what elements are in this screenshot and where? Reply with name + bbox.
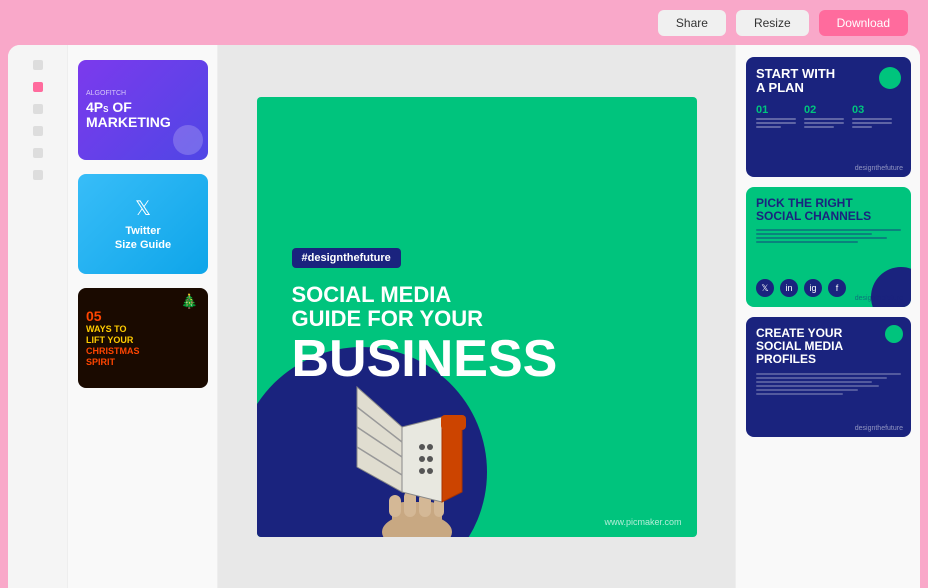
top-bar: Share Resize Download bbox=[0, 0, 928, 45]
rt1-title: START WITHA PLAN bbox=[756, 67, 879, 96]
rt2-title: PICK THE RIGHTSOCIAL CHANNELS bbox=[756, 197, 901, 223]
thumbnail-twitter-guide[interactable]: 𝕏 TwitterSize Guide bbox=[78, 174, 208, 274]
linkedin-icon-small: in bbox=[780, 279, 798, 297]
twitter-icon: 𝕏 bbox=[135, 196, 151, 221]
rt3-label: designthefuture bbox=[855, 425, 903, 432]
main-area: ALGOFITCH 4Ps OFMARKETING 𝕏 TwitterSize … bbox=[8, 45, 920, 588]
slide-indicator bbox=[33, 60, 43, 70]
thumbnail-4ps-marketing[interactable]: ALGOFITCH 4Ps OFMARKETING bbox=[78, 60, 208, 160]
main-canvas-area: #designthefuture Social MediaGuide for Y… bbox=[218, 45, 735, 588]
decorative-circle bbox=[173, 125, 203, 155]
left-sidebar bbox=[8, 45, 68, 588]
rt1-num-3: 03 bbox=[852, 104, 892, 116]
thumb-label: ALGOFITCH bbox=[86, 90, 200, 97]
facebook-icon-small: f bbox=[828, 279, 846, 297]
rt3-lines bbox=[756, 373, 901, 395]
canvas-watermark: www.picmaker.com bbox=[604, 517, 681, 527]
thumb-title: TwitterSize Guide bbox=[115, 225, 171, 251]
rt1-num-1: 01 bbox=[756, 104, 796, 116]
right-thumb-start-plan[interactable]: START WITHA PLAN 01 02 bbox=[746, 57, 911, 177]
slide-thumbnail-list: ALGOFITCH 4Ps OFMARKETING 𝕏 TwitterSize … bbox=[68, 45, 218, 588]
rt1-numbers: 01 02 03 bbox=[756, 104, 901, 130]
thumbnail-christmas[interactable]: 🎄 05 WAYS TOLIFT YOURCHRISTMASSPIRIT bbox=[78, 288, 208, 388]
share-button[interactable]: Share bbox=[658, 10, 726, 36]
ornament-icon: 🎄 bbox=[181, 293, 198, 310]
slide-indicator bbox=[33, 104, 43, 114]
slide-indicator bbox=[33, 170, 43, 180]
instagram-icon-small: ig bbox=[804, 279, 822, 297]
megaphone-illustration bbox=[347, 347, 507, 537]
rt3-title: CREATE YOURSOCIAL MEDIAPROFILES bbox=[756, 327, 901, 367]
slide-indicator bbox=[33, 148, 43, 158]
download-button[interactable]: Download bbox=[819, 10, 908, 36]
right-thumb-create-profiles[interactable]: CREATE YOURSOCIAL MEDIAPROFILES designth… bbox=[746, 317, 911, 437]
canvas-slide: #designthefuture Social MediaGuide for Y… bbox=[257, 97, 697, 537]
thumb-title: WAYS TOLIFT YOURCHRISTMASSPIRIT bbox=[86, 324, 200, 367]
resize-button[interactable]: Resize bbox=[736, 10, 809, 36]
rt3-circle bbox=[885, 325, 903, 343]
right-slide-panel: START WITHA PLAN 01 02 bbox=[735, 45, 920, 588]
rt2-lines bbox=[756, 229, 901, 243]
thumb-number: 05 bbox=[86, 308, 200, 324]
twitter-icon-small: 𝕏 bbox=[756, 279, 774, 297]
rt1-num-2: 02 bbox=[804, 104, 844, 116]
canvas-subtitle: Social MediaGuide for Your bbox=[292, 283, 667, 331]
right-thumb-social-channels[interactable]: PICK THE RIGHTSOCIAL CHANNELS 𝕏 in ig f … bbox=[746, 187, 911, 307]
canvas-hashtag: #designthefuture bbox=[292, 248, 401, 268]
rt1-circle bbox=[879, 67, 901, 89]
slide-indicator bbox=[33, 82, 43, 92]
slide-indicator bbox=[33, 126, 43, 136]
rt1-label: designthefuture bbox=[855, 165, 903, 172]
rt2-label: designthefuture bbox=[855, 295, 903, 302]
